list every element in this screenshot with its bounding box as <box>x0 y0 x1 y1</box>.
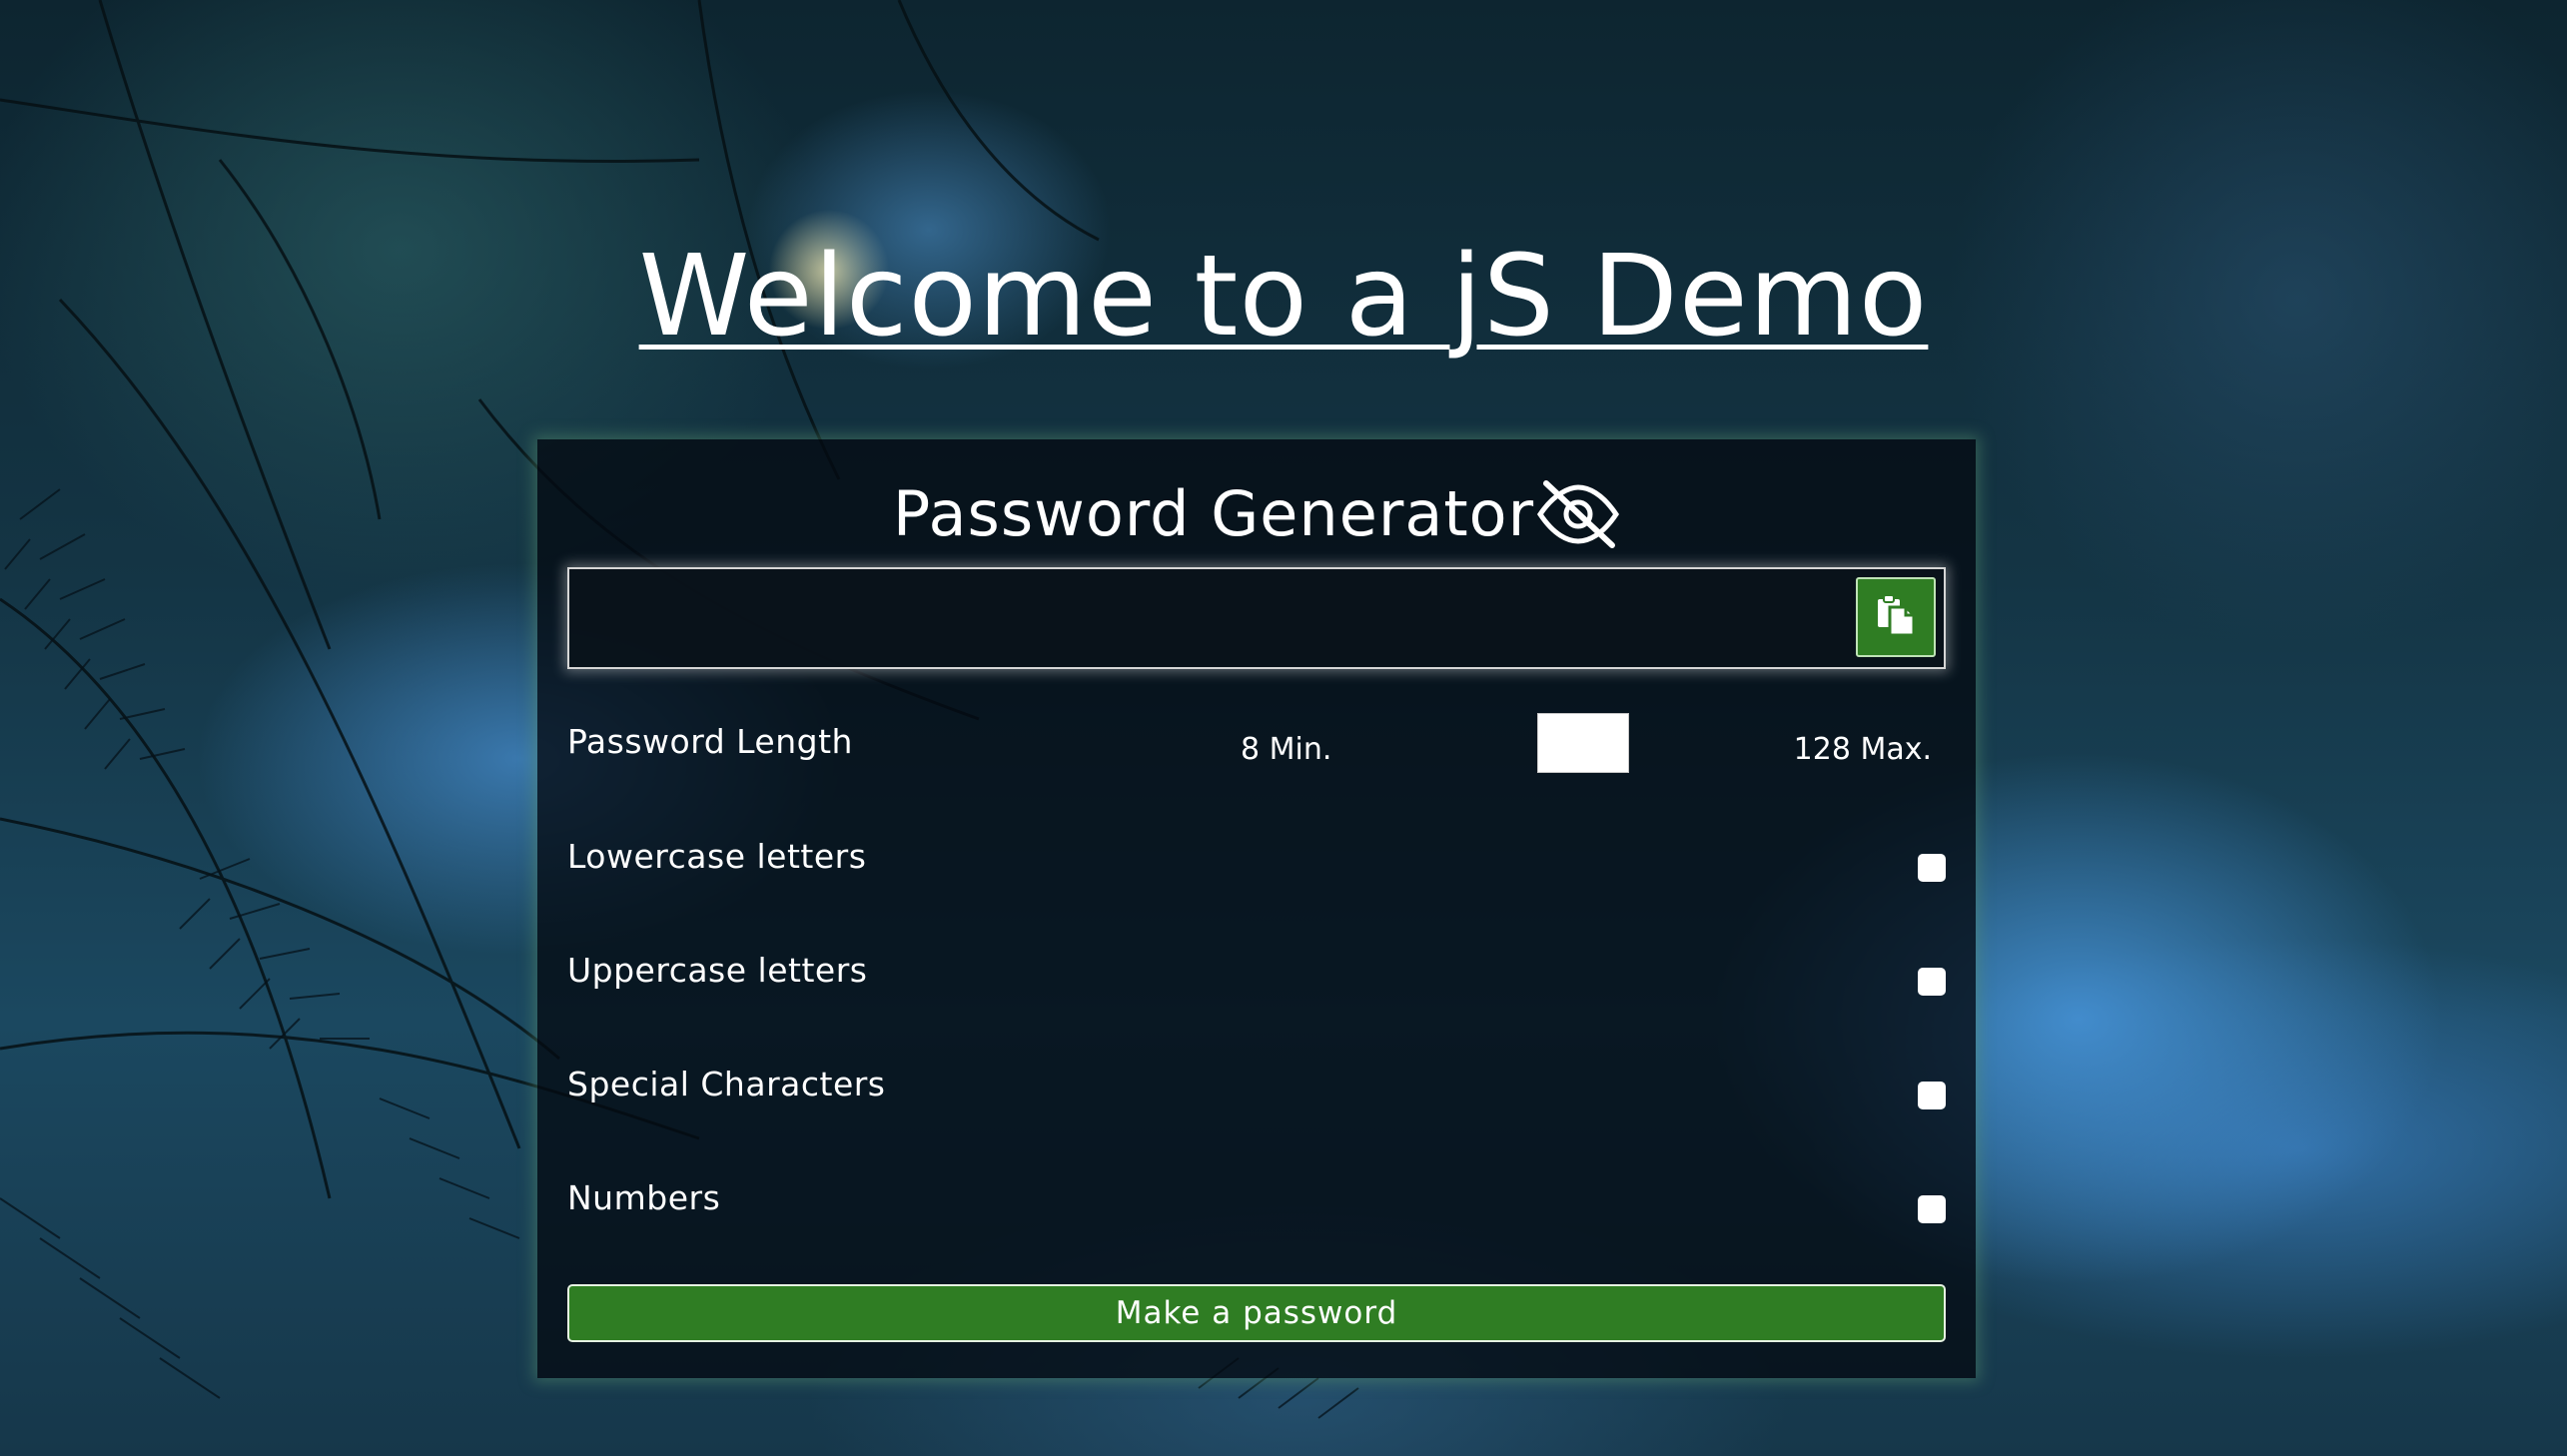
eye-slash-icon[interactable] <box>1536 479 1620 549</box>
option-label-uppercase: Uppercase letters <box>567 951 868 990</box>
page: Welcome to a jS Demo Password Generator <box>0 0 2567 1456</box>
make-password-button[interactable]: Make a password <box>567 1284 1946 1342</box>
special-characters-checkbox[interactable] <box>1918 1082 1946 1109</box>
password-generator-card: Password Generator Password Length 8 Min… <box>537 439 1976 1378</box>
card-title: Password Generator <box>892 477 1535 550</box>
password-output-box <box>567 567 1946 669</box>
option-row-numbers: Numbers <box>567 1173 1946 1233</box>
clipboard-copy-icon <box>1876 593 1916 641</box>
card-header: Password Generator <box>537 469 1976 559</box>
option-row-special: Special Characters <box>567 1060 1946 1119</box>
option-row-lowercase: Lowercase letters <box>567 832 1946 892</box>
page-title: Welcome to a jS Demo <box>638 232 1929 362</box>
copy-button[interactable] <box>1856 577 1936 657</box>
lowercase-checkbox[interactable] <box>1918 854 1946 882</box>
length-input[interactable] <box>1537 713 1629 773</box>
length-label: Password Length <box>567 722 853 761</box>
password-output-field[interactable] <box>583 579 1836 659</box>
option-label-special: Special Characters <box>567 1065 886 1103</box>
length-max-label: 128 Max. <box>1793 732 1932 767</box>
option-row-uppercase: Uppercase letters <box>567 946 1946 1006</box>
length-min-label: 8 Min. <box>1241 732 1332 767</box>
option-label-numbers: Numbers <box>567 1178 721 1217</box>
length-row: Password Length 8 Min. 128 Max. <box>567 713 1946 777</box>
option-label-lowercase: Lowercase letters <box>567 837 867 876</box>
numbers-checkbox[interactable] <box>1918 1195 1946 1223</box>
uppercase-checkbox[interactable] <box>1918 968 1946 996</box>
